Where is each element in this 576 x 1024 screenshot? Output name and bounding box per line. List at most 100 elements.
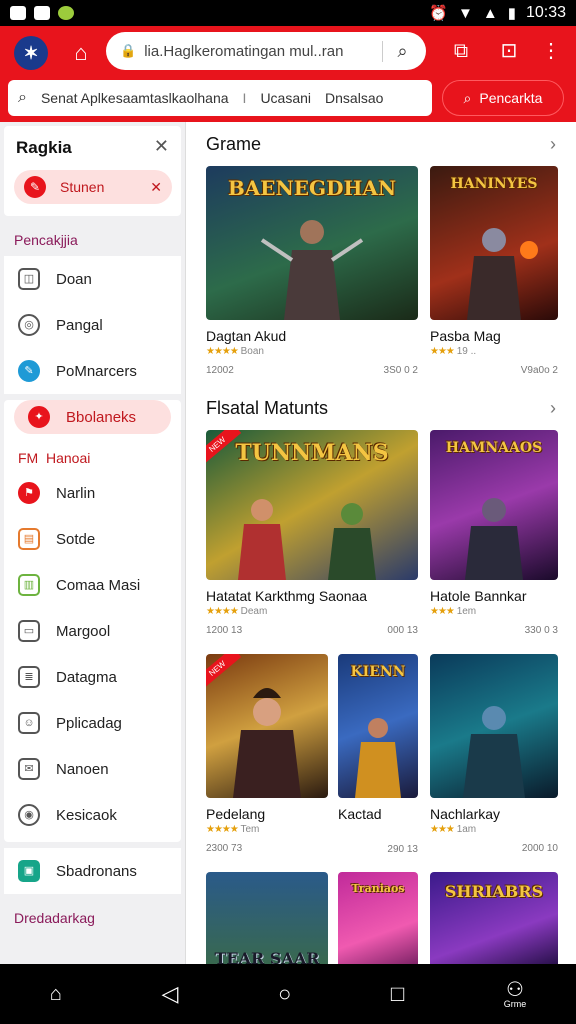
status-bar: ⏰ ▼ ▲ ▮ 10:33 <box>0 0 576 26</box>
site-search-input[interactable]: ⌕ Senat Aplkesaamtaslkaolhana I Ucasani … <box>8 80 432 116</box>
sidebar-item[interactable]: ≣ Datagma <box>4 654 181 700</box>
chevron-right-icon[interactable]: › <box>550 398 556 419</box>
game-card[interactable]: BAENEGDHAN Dagtan Akud ★★★★ Boan 12002 3S… <box>206 166 418 376</box>
sports-logo-icon[interactable]: ✶ <box>14 36 48 70</box>
chart-icon: ▥ <box>18 574 40 596</box>
game-thumbnail: BAENEGDHAN <box>206 166 418 320</box>
sidebar-footer[interactable]: Dredadarkag <box>0 894 185 934</box>
game-thumbnail <box>430 654 558 798</box>
search-option-2[interactable]: Dnsalsao <box>325 90 383 106</box>
mail-icon: ✉ <box>18 758 40 780</box>
back-icon[interactable]: ◁ <box>161 981 178 1007</box>
game-card[interactable]: HANINYES Pasba Mag ★★★ 19 .. V9a0o 2 <box>430 166 558 376</box>
url-bar[interactable]: 🔒 lia.Haglkeromatingan mul..ran ⌕ <box>106 32 426 70</box>
recents-icon[interactable]: □ <box>391 981 404 1007</box>
warrior-figure <box>463 706 525 798</box>
notification-icons <box>10 6 74 20</box>
mail-icon <box>10 6 26 20</box>
signal-icon: ▲ <box>482 4 498 22</box>
game-thumbnail: KIENN <box>338 654 418 798</box>
warrior-figure <box>467 228 538 320</box>
game-thumbnail: Traniaos <box>338 872 418 964</box>
search-icon: ⌕ <box>18 89 27 106</box>
sidebar-item[interactable]: ✉ Nanoen <box>4 746 181 792</box>
search-query: Senat Aplkesaamtaslkaolhana <box>40 90 229 106</box>
sidebar-filter-pill[interactable]: ✎ Stunen ✕ <box>14 170 172 204</box>
sidebar-item[interactable]: ▣ Sbadronans <box>4 848 181 894</box>
home-icon[interactable]: ⌂ <box>50 984 62 1004</box>
section-title: Grame <box>206 134 262 154</box>
clock: 10:33 <box>525 4 566 21</box>
sidebar-section-title: Pencakjjia <box>0 216 185 256</box>
clipboard-icon: ▭ <box>18 620 40 642</box>
card-icon: ▤ <box>18 528 40 550</box>
sidebar-item[interactable]: ◎ Pangal <box>4 302 181 348</box>
game-thumbnail: HANINYES <box>430 166 558 320</box>
app-notification-icon <box>58 6 74 20</box>
bookmark-icon[interactable]: ⊡ <box>494 36 524 66</box>
sidebar-item[interactable]: ▤ Sotde <box>4 516 181 562</box>
user-icon: ☺ <box>18 712 40 734</box>
battery-icon: ▮ <box>507 5 516 22</box>
gamepad-icon: ◫ <box>18 268 40 290</box>
sidebar: Ragkia ✕ ✎ Stunen ✕ Pencakjjia ◫ Doan ◎ … <box>0 122 186 964</box>
circle-icon: ◎ <box>18 314 40 336</box>
sidebar-item[interactable]: ☺ Pplicadag <box>4 700 181 746</box>
search-icon: ⌕ <box>463 89 472 106</box>
game-card[interactable]: NEW Pedelang ★★★★ Tem 2300 73 <box>206 654 328 854</box>
more-vert-icon[interactable]: ⋮ <box>536 36 566 66</box>
close-icon[interactable]: ✕ <box>150 179 162 196</box>
sport-icon: ⚑ <box>18 482 40 504</box>
game-thumbnail: TEAR SAAR <box>206 872 328 964</box>
game-card[interactable]: SHRIABRS <box>430 872 558 964</box>
search-button[interactable]: ⌕ Pencarkta <box>442 80 564 116</box>
game-card[interactable]: TEAR SAAR <box>206 872 328 964</box>
game-icon[interactable]: ⚇ Grme <box>504 980 527 1009</box>
section-title: Flsatal Matunts <box>206 398 329 418</box>
sidebar-item[interactable]: ⚑ Narlin <box>4 470 181 516</box>
sidebar-title: Ragkia <box>16 138 72 157</box>
search-icon[interactable]: ⌕ <box>382 40 412 62</box>
sidebar-item[interactable]: ▥ Comaa Masi <box>4 562 181 608</box>
tab-icon[interactable]: ⧉ <box>446 36 476 66</box>
game-thumbnail: HAMNAAOS <box>430 430 558 580</box>
heroes-figure <box>238 499 376 580</box>
sidebar-item-active[interactable]: ✦ Bbolaneks <box>14 400 171 434</box>
home-circle-icon[interactable]: ○ <box>278 981 291 1007</box>
info-icon: ◉ <box>18 804 40 826</box>
chat-icon: ✎ <box>18 360 40 382</box>
search-option-1[interactable]: Ucasani <box>260 90 311 106</box>
filter-icon: ✎ <box>24 176 46 198</box>
system-nav-bar: ⌂ ◁ ○ □ ⚇ Grme <box>0 964 576 1024</box>
lock-icon: 🔒 <box>120 43 137 58</box>
close-icon[interactable]: ✕ <box>154 136 169 157</box>
warrior-figure <box>465 498 523 580</box>
wifi-icon: ▼ <box>457 4 473 22</box>
game-card[interactable]: Traniaos <box>338 872 418 964</box>
game-card[interactable]: NEW TUNNMANS Hatatat Karkthmg Saonaa ★★★… <box>206 430 418 636</box>
url-text: lia.Haglkeromatingan mul..ran <box>144 42 344 60</box>
main-content: Grame › BAENEGDHAN Dagtan Akud ★★★★ Boan… <box>192 122 576 964</box>
game-thumbnail: NEW TUNNMANS <box>206 430 418 580</box>
warrior-figure <box>355 718 401 798</box>
game-thumbnail: SHRIABRS <box>430 872 558 964</box>
sidebar-item[interactable]: ◫ Doan <box>4 256 181 302</box>
home-icon[interactable]: ⌂ <box>64 36 98 70</box>
game-card[interactable]: KIENN Kactad 290 13 <box>338 654 418 855</box>
category-icon: ✦ <box>28 406 50 428</box>
warrior-figure <box>233 688 301 798</box>
image-icon <box>34 6 50 20</box>
browser-toolbar: ✶ ⌂ 🔒 lia.Haglkeromatingan mul..ran ⌕ ⧉ … <box>0 26 576 122</box>
stack-icon: ≣ <box>18 666 40 688</box>
sidebar-header: Ragkia ✕ ✎ Stunen ✕ <box>4 126 181 216</box>
sidebar-subsection-title: FM Hanoai <box>4 440 181 470</box>
app-icon: ▣ <box>18 860 40 882</box>
chevron-right-icon[interactable]: › <box>550 134 556 155</box>
sidebar-item[interactable]: ✎ PoMnarcers <box>4 348 181 394</box>
game-card[interactable]: Nachlarkay ★★★ 1am 2000 10 <box>430 654 558 854</box>
alarm-icon: ⏰ <box>429 5 448 22</box>
game-card[interactable]: HAMNAAOS Hatole Bannkar ★★★ 1em 330 0 3 <box>430 430 558 636</box>
sidebar-item[interactable]: ◉ Kesicaok <box>4 792 181 838</box>
warrior-figure <box>260 220 364 320</box>
sidebar-item[interactable]: ▭ Margool <box>4 608 181 654</box>
